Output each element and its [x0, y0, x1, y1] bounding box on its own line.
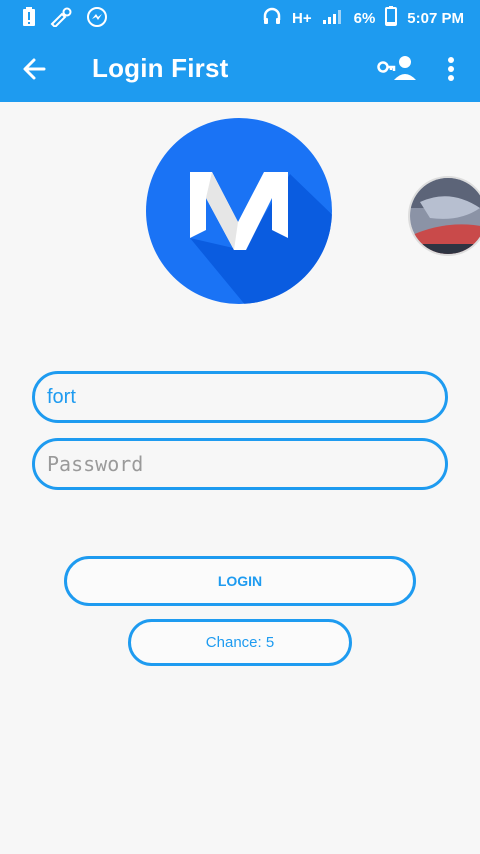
app-logo: [146, 118, 332, 304]
login-button[interactable]: LOGIN: [64, 556, 416, 606]
battery-alert-icon: [22, 7, 36, 32]
more-vert-icon[interactable]: [438, 52, 464, 86]
clock: 5:07 PM: [407, 9, 464, 27]
username-input[interactable]: [32, 371, 448, 423]
battery-icon: [385, 6, 398, 30]
cricket-icon: [50, 7, 72, 32]
account-key-icon[interactable]: [376, 52, 418, 86]
network-type: H+: [292, 9, 312, 27]
password-input[interactable]: [32, 438, 448, 490]
chance-button[interactable]: Chance: 5: [128, 619, 352, 666]
signal-icon: [322, 7, 344, 29]
status-bar: H+ 6% 5:07 PM: [0, 0, 480, 34]
app-bar: Login First: [0, 34, 480, 102]
messenger-icon: [86, 6, 108, 33]
chat-head-avatar[interactable]: [408, 176, 480, 256]
headphones-icon: [262, 6, 282, 30]
battery-percent: 6%: [353, 9, 376, 27]
back-arrow-icon[interactable]: [18, 52, 52, 86]
page-title: Login First: [92, 53, 229, 83]
